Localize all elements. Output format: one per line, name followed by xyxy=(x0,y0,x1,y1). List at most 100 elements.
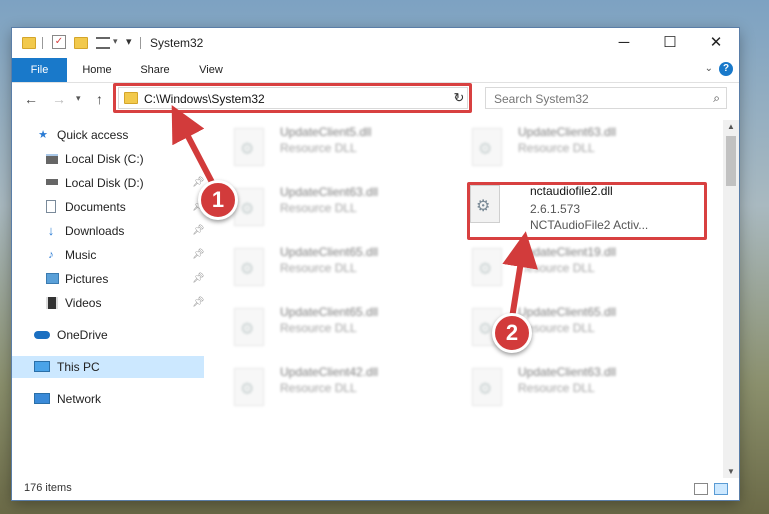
close-button[interactable]: ✕ xyxy=(693,28,739,58)
file-type: Resource DLL xyxy=(518,141,595,155)
sidebar-item-pictures[interactable]: Pictures 📌︎ xyxy=(12,268,205,290)
file-item[interactable]: ⚙ UpdateClient63.dll Resource DLL xyxy=(446,120,656,174)
tab-view[interactable]: View xyxy=(188,58,234,82)
pin-icon[interactable]: 📌︎ xyxy=(192,268,205,290)
explorer-window: ✓ ▾ ▾ System32 ─ ☐ ✕ File Home Share Vie… xyxy=(12,28,739,500)
navigation-pane: ★ Quick access Local Disk (C:) Local Dis… xyxy=(12,120,207,478)
search-icon[interactable]: ⌕ xyxy=(713,91,720,106)
file-type: Resource DLL xyxy=(280,261,357,275)
tab-home[interactable]: Home xyxy=(74,58,120,82)
file-item[interactable]: ⚙ UpdateClient5.dll Resource DLL xyxy=(208,120,418,174)
drive-icon xyxy=(46,154,58,164)
sidebar-item-local-disk-c[interactable]: Local Disk (C:) xyxy=(12,148,204,170)
file-name: UpdateClient63.dll xyxy=(280,185,379,199)
dll-file-icon: ⚙ xyxy=(234,308,264,346)
sidebar-item-music[interactable]: ♪ Music 📌︎ xyxy=(12,244,204,266)
sidebar-item-network[interactable]: Network xyxy=(12,388,204,410)
pin-icon[interactable]: 📌︎ xyxy=(192,220,205,242)
videos-icon xyxy=(46,297,58,309)
file-name: UpdateClient65.dll xyxy=(280,305,379,319)
ribbon: File Home Share View ⌄ ? xyxy=(12,58,739,83)
file-type: Resource DLL xyxy=(518,381,595,395)
vertical-scrollbar[interactable]: ▲ ▼ xyxy=(723,120,739,478)
file-item[interactable]: ⚙ UpdateClient63.dll Resource DLL xyxy=(446,360,656,414)
tab-share[interactable]: Share xyxy=(132,58,178,82)
dll-file-icon: ⚙ xyxy=(472,248,502,286)
tiles-view-icon[interactable] xyxy=(714,483,728,495)
up-arrow-icon[interactable]: ↑ xyxy=(96,91,103,107)
drive-icon xyxy=(46,179,58,185)
sidebar-item-label: Downloads xyxy=(65,224,125,238)
file-name: UpdateClient5.dll xyxy=(280,125,372,139)
documents-icon xyxy=(46,200,56,213)
file-name: UpdateClient65.dll xyxy=(280,245,379,259)
sidebar-item-label: Quick access xyxy=(57,128,129,142)
scroll-thumb[interactable] xyxy=(726,136,736,186)
scroll-down-icon[interactable]: ▼ xyxy=(723,467,739,476)
minimize-button[interactable]: ─ xyxy=(601,28,647,58)
dll-file-icon: ⚙ xyxy=(234,128,264,166)
star-icon: ★ xyxy=(38,129,48,141)
sidebar-item-label: Documents xyxy=(65,200,126,214)
title-bar: ✓ ▾ ▾ System32 ─ ☐ ✕ xyxy=(12,28,739,58)
file-item[interactable]: ⚙ UpdateClient65.dll Resource DLL xyxy=(208,300,418,354)
back-arrow-icon[interactable]: ← xyxy=(24,91,38,107)
file-type: Resource DLL xyxy=(280,321,357,335)
details-view-icon[interactable] xyxy=(694,483,708,495)
sidebar-item-label: Local Disk (D:) xyxy=(65,176,144,190)
sidebar-item-local-disk-d[interactable]: Local Disk (D:) 📌︎ xyxy=(12,172,205,194)
chevron-down-icon[interactable]: ⌄ xyxy=(705,63,713,74)
scroll-up-icon[interactable]: ▲ xyxy=(723,122,739,131)
pin-icon[interactable]: 📌︎ xyxy=(192,292,205,314)
search-box[interactable]: ⌕ xyxy=(485,87,727,109)
file-name: UpdateClient19.dll xyxy=(518,245,617,259)
network-icon xyxy=(34,393,50,404)
recent-locations-icon[interactable]: ▾ xyxy=(76,93,81,104)
file-highlight xyxy=(467,182,707,240)
sidebar-item-downloads[interactable]: ↓ Downloads 📌︎ xyxy=(12,220,205,242)
file-type: Resource DLL xyxy=(280,141,357,155)
new-folder-icon[interactable] xyxy=(74,37,88,49)
step-badge-1: 1 xyxy=(198,180,238,220)
sidebar-item-onedrive[interactable]: OneDrive xyxy=(12,324,204,346)
navigation-bar: ← → ▾ ↑ C:\Windows\System32 ⌄ ↻ ⌕ xyxy=(12,83,739,117)
sidebar-item-label: OneDrive xyxy=(57,328,108,342)
sidebar-item-label: This PC xyxy=(57,360,100,374)
file-name: UpdateClient42.dll xyxy=(280,365,379,379)
file-item[interactable]: ⚙ UpdateClient65.dll Resource DLL xyxy=(446,300,656,354)
sidebar-item-documents[interactable]: Documents 📌︎ xyxy=(12,196,205,218)
help-icon[interactable]: ? xyxy=(719,62,733,76)
view-icon[interactable] xyxy=(96,37,110,49)
file-type: Resource DLL xyxy=(280,201,357,215)
file-item[interactable]: ⚙ UpdateClient65.dll Resource DLL xyxy=(208,240,418,294)
folder-icon xyxy=(22,37,36,49)
file-item[interactable]: ⚙ UpdateClient63.dll Resource DLL xyxy=(208,180,418,234)
file-list: ⚙ UpdateClient5.dll Resource DLL ⚙ Updat… xyxy=(208,120,721,478)
download-icon: ↓ xyxy=(47,223,55,238)
step-badge-2: 2 xyxy=(492,313,532,353)
sidebar-item-label: Local Disk (C:) xyxy=(65,152,144,166)
divider xyxy=(42,37,43,49)
file-item[interactable]: ⚙ UpdateClient42.dll Resource DLL xyxy=(208,360,418,414)
tab-file[interactable]: File xyxy=(12,58,67,82)
sidebar-item-videos[interactable]: Videos 📌︎ xyxy=(12,292,205,314)
dropdown-arrow-icon[interactable]: ▾ xyxy=(113,36,118,52)
sidebar-item-label: Music xyxy=(65,248,97,262)
sidebar-item-quick-access[interactable]: ★ Quick access xyxy=(12,124,204,146)
customize-toolbar-icon[interactable]: ▾ xyxy=(126,35,132,51)
file-name: UpdateClient63.dll xyxy=(518,365,617,379)
dll-file-icon: ⚙ xyxy=(472,128,502,166)
sidebar-item-this-pc[interactable]: This PC xyxy=(12,356,204,378)
dll-file-icon: ⚙ xyxy=(234,248,264,286)
file-name: UpdateClient63.dll xyxy=(518,125,617,139)
search-input[interactable] xyxy=(492,91,706,107)
computer-icon xyxy=(34,361,50,372)
forward-arrow-icon[interactable]: → xyxy=(52,91,66,107)
file-item[interactable]: ⚙ UpdateClient19.dll Resource DLL xyxy=(446,240,656,294)
properties-icon[interactable]: ✓ xyxy=(52,35,66,49)
window-title: System32 xyxy=(150,36,204,50)
address-highlight xyxy=(113,83,472,113)
file-type: Resource DLL xyxy=(518,261,595,275)
maximize-button[interactable]: ☐ xyxy=(647,28,693,58)
pin-icon[interactable]: 📌︎ xyxy=(192,244,205,266)
